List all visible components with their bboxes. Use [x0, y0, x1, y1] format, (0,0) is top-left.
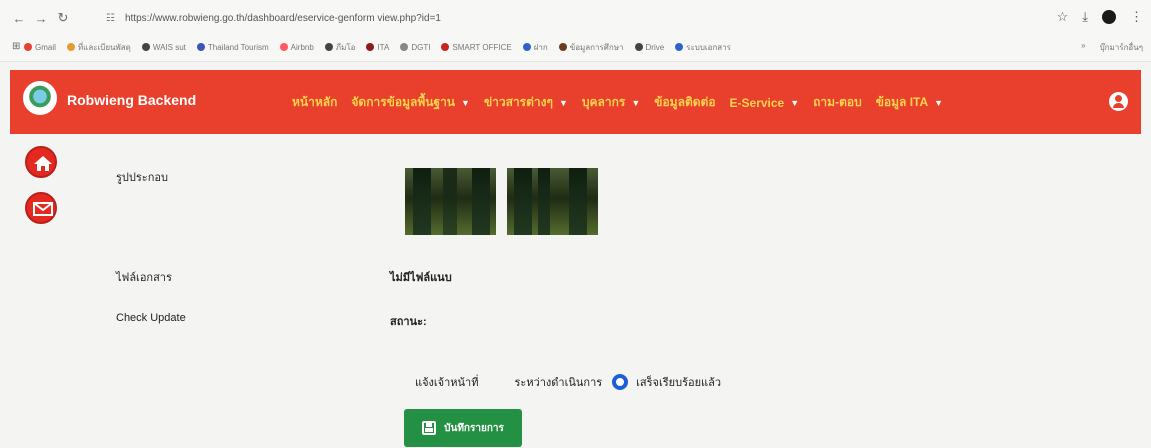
chevron-down-icon: ▼ — [631, 97, 641, 108]
bookmark-item[interactable]: ข้อมูลการศึกษา — [558, 41, 624, 54]
status-option-done[interactable]: เสร็จเรียบร้อยแล้ว — [636, 373, 721, 391]
forward-icon[interactable]: → — [30, 7, 52, 29]
status-option-processing[interactable]: ระหว่างดำเนินการ — [515, 373, 603, 391]
other-bookmarks[interactable]: บุ๊กมาร์กอื่นๆ — [1100, 41, 1143, 54]
brand-name[interactable]: Robwieng Backend — [67, 92, 196, 108]
photo-tree — [514, 168, 532, 235]
menu-item-personnel[interactable]: บุคลากร ▼ — [582, 93, 640, 112]
address-bar[interactable]: ☷ https://www.robwieng.go.th/dashboard/e… — [106, 7, 1016, 29]
browser-menu-icon[interactable]: ⋮ — [1130, 9, 1143, 25]
document-value: ไม่มีไฟล์แนบ — [390, 272, 452, 284]
bookmark-favicon — [400, 43, 409, 51]
menu-item-home[interactable]: หน้าหลัก — [292, 93, 337, 112]
bookmark-item[interactable]: ภีมโอ — [324, 41, 355, 54]
bookmark-item[interactable]: ฝาก — [522, 41, 548, 54]
bookmark-item[interactable]: ที่และเบียนพัสดุ — [66, 41, 131, 54]
menu-item-contact[interactable]: ข้อมูลติดต่อ — [654, 93, 715, 112]
bookmark-favicon — [441, 43, 450, 51]
brand-logo[interactable] — [23, 81, 57, 115]
status-label: สถานะ: — [390, 316, 427, 328]
bookmark-item[interactable]: ระบบเอกสาร — [675, 41, 731, 54]
menu-item-basic-data[interactable]: จัดการข้อมูลพื้นฐาน ▼ — [351, 93, 470, 112]
bookmark-star-icon[interactable]: ☆ — [1057, 9, 1069, 25]
mail-button[interactable] — [25, 192, 57, 224]
globe-icon — [634, 43, 643, 51]
bookmark-gmail[interactable]: Gmail — [24, 43, 56, 52]
chevron-down-icon: ▼ — [558, 97, 568, 108]
bookmarks-bar: ⊞ Gmail ที่และเบียนพัสดุ WAIS sut Thaila… — [0, 37, 1151, 57]
bookmark-item[interactable]: Airbnb — [279, 43, 314, 52]
bookmark-favicon — [675, 43, 684, 51]
photo-tree — [413, 168, 431, 235]
url-text[interactable]: https://www.robwieng.go.th/dashboard/ese… — [125, 13, 441, 24]
back-icon[interactable]: ← — [8, 7, 30, 29]
bookmark-favicon — [522, 43, 531, 51]
menu-item-eservice[interactable]: E-Service ▼ — [730, 96, 800, 110]
browser-nav-row: ← → ↻ ☷ https://www.robwieng.go.th/dashb… — [0, 5, 1151, 31]
bookmark-favicon — [366, 43, 375, 51]
bookmark-item[interactable]: SMART OFFICE — [441, 43, 512, 52]
download-icon[interactable]: ⤓ — [1082, 9, 1088, 25]
profile-avatar[interactable] — [1102, 10, 1116, 24]
menu-item-qa[interactable]: ถาม-ตอบ — [813, 93, 862, 112]
notify-staff-label: แจ้งเจ้าหน้าที่ — [415, 377, 479, 389]
document-label: ไฟล์เอกสาร — [116, 272, 172, 284]
photo-tree — [538, 168, 550, 235]
check-update-label: Check Update — [116, 312, 186, 324]
browser-actions: ☆ ⤓ ⋮ — [1057, 9, 1143, 25]
photo-tree — [443, 168, 457, 235]
airbnb-icon — [279, 43, 288, 51]
attachment-photo[interactable] — [405, 168, 496, 235]
bookmark-item[interactable]: DGTI — [400, 43, 430, 52]
home-button[interactable] — [25, 146, 57, 178]
attachment-photo[interactable] — [507, 168, 598, 235]
main-menu: หน้าหลัก จัดการข้อมูลพื้นฐาน ▼ ข่าวสารต่า… — [292, 93, 943, 112]
main-navbar: Robwieng Backend หน้าหลัก จัดการข้อมูลพื… — [10, 70, 1141, 134]
bookmark-favicon — [558, 43, 567, 51]
save-icon — [422, 421, 437, 435]
bookmark-item[interactable]: ITA — [366, 43, 389, 52]
gmail-icon — [24, 43, 32, 51]
globe-icon — [324, 43, 333, 51]
photo-tree — [472, 168, 490, 235]
globe-icon — [141, 43, 150, 51]
save-label: บันทึกรายการ — [444, 422, 504, 434]
bookmark-item[interactable]: Drive — [634, 43, 664, 52]
status-options: แจ้งเจ้าหน้าที่ ระหว่างดำเนินการ เสร็จเร… — [415, 373, 721, 391]
more-bookmarks-icon[interactable]: » — [1081, 41, 1085, 54]
chevron-down-icon: ▼ — [790, 97, 800, 108]
bookmark-item[interactable]: WAIS sut — [141, 43, 186, 52]
menu-item-news[interactable]: ข่าวสารต่างๆ ▼ — [484, 93, 568, 112]
save-button[interactable]: บันทึกรายการ — [404, 409, 522, 447]
reload-icon[interactable]: ↻ — [52, 7, 74, 29]
home-icon — [34, 156, 52, 171]
user-account-icon[interactable] — [1109, 92, 1128, 111]
apps-grid-icon[interactable]: ⊞ — [12, 41, 20, 52]
bookmark-favicon — [66, 43, 75, 51]
bookmark-item[interactable]: Thailand Tourism — [196, 43, 269, 52]
bookmarks-end: » บุ๊กมาร์กอื่นๆ — [1081, 41, 1143, 54]
menu-item-ita[interactable]: ข้อมูล ITA ▼ — [876, 93, 943, 112]
mail-icon — [33, 202, 53, 216]
browser-toolbar: ← → ↻ ☷ https://www.robwieng.go.th/dashb… — [0, 0, 1151, 62]
bookmark-favicon — [196, 43, 205, 51]
photo-tree — [569, 168, 587, 235]
attachment-label: รูปประกอบ — [116, 172, 168, 184]
status-done-radio[interactable] — [612, 374, 629, 390]
chevron-down-icon: ▼ — [934, 97, 944, 108]
chevron-down-icon: ▼ — [461, 97, 470, 108]
site-settings-icon[interactable]: ☷ — [106, 13, 115, 24]
